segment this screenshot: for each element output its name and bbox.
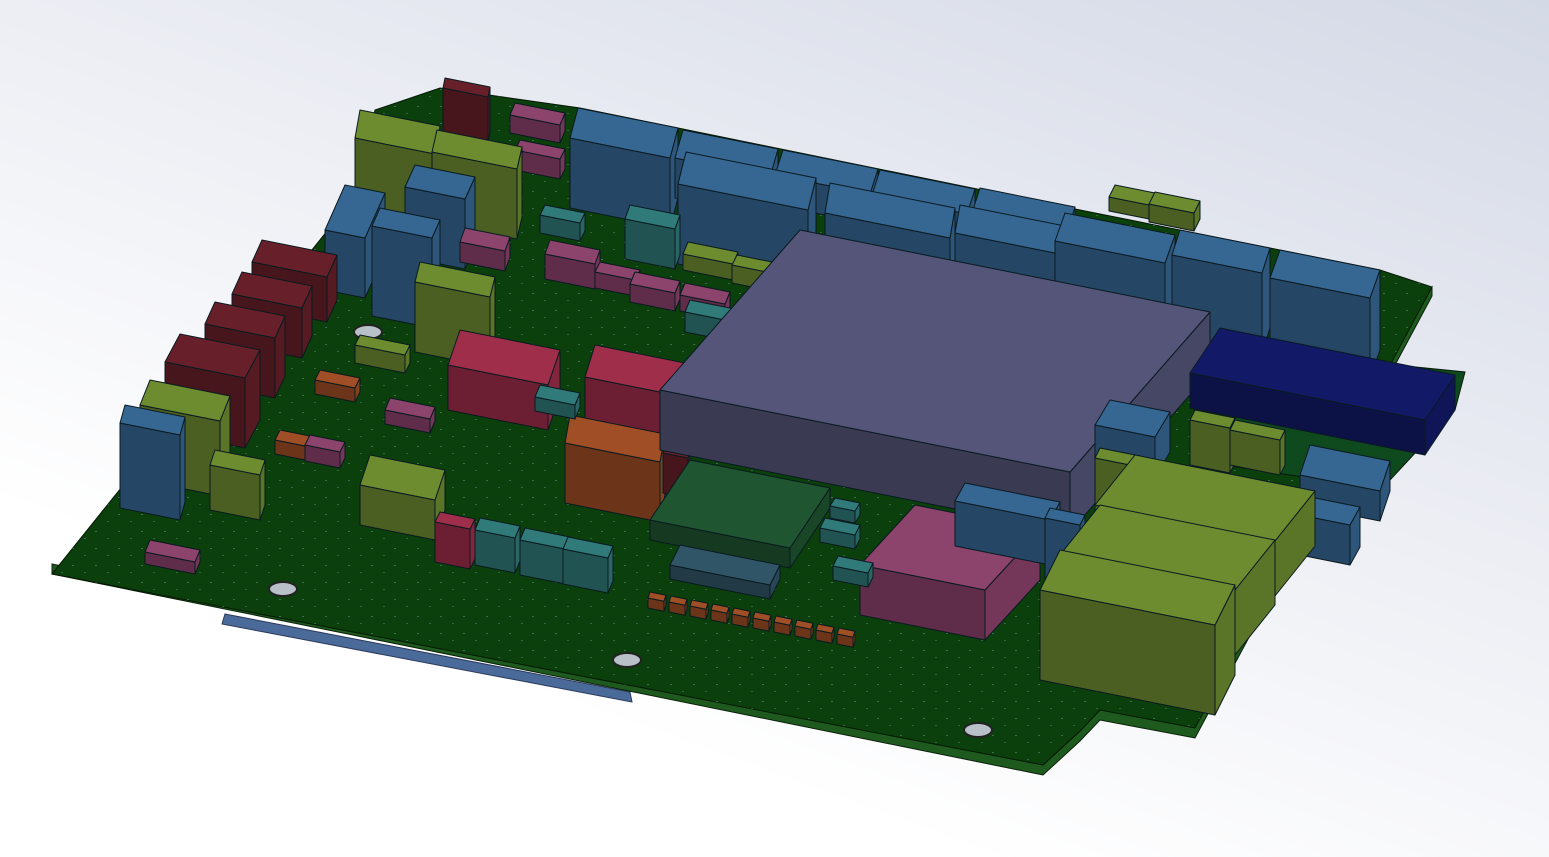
- resistor[interactable]: [794, 619, 814, 640]
- box-front-face: [1189, 419, 1231, 474]
- capacitor[interactable]: [1108, 184, 1156, 220]
- resistor[interactable]: [836, 627, 856, 648]
- inductor-large[interactable]: [359, 454, 446, 541]
- cad-viewport[interactable]: [0, 0, 1549, 857]
- resistor[interactable]: [647, 591, 667, 612]
- capacitor[interactable]: [1189, 409, 1236, 474]
- resistor[interactable]: [689, 599, 709, 620]
- capacitor[interactable]: [1229, 419, 1286, 476]
- box-front-face: [434, 521, 471, 570]
- resistor[interactable]: [731, 607, 751, 628]
- power-module[interactable]: [564, 414, 666, 523]
- resistor[interactable]: [752, 611, 772, 632]
- pcb-board-3d-icon[interactable]: [0, 0, 1549, 857]
- ic-small[interactable]: [624, 204, 681, 270]
- resistor[interactable]: [710, 603, 730, 624]
- capacitor[interactable]: [209, 449, 266, 521]
- ic-small[interactable]: [562, 536, 614, 594]
- resistor[interactable]: [773, 615, 793, 636]
- ic-small[interactable]: [474, 517, 521, 574]
- box-front-face: [119, 422, 181, 521]
- resistor[interactable]: [815, 623, 835, 644]
- ic-small[interactable]: [829, 497, 861, 524]
- resistor[interactable]: [668, 595, 688, 616]
- capacitor[interactable]: [434, 511, 476, 570]
- connector-block[interactable]: [119, 404, 186, 521]
- connector-block[interactable]: [569, 107, 679, 229]
